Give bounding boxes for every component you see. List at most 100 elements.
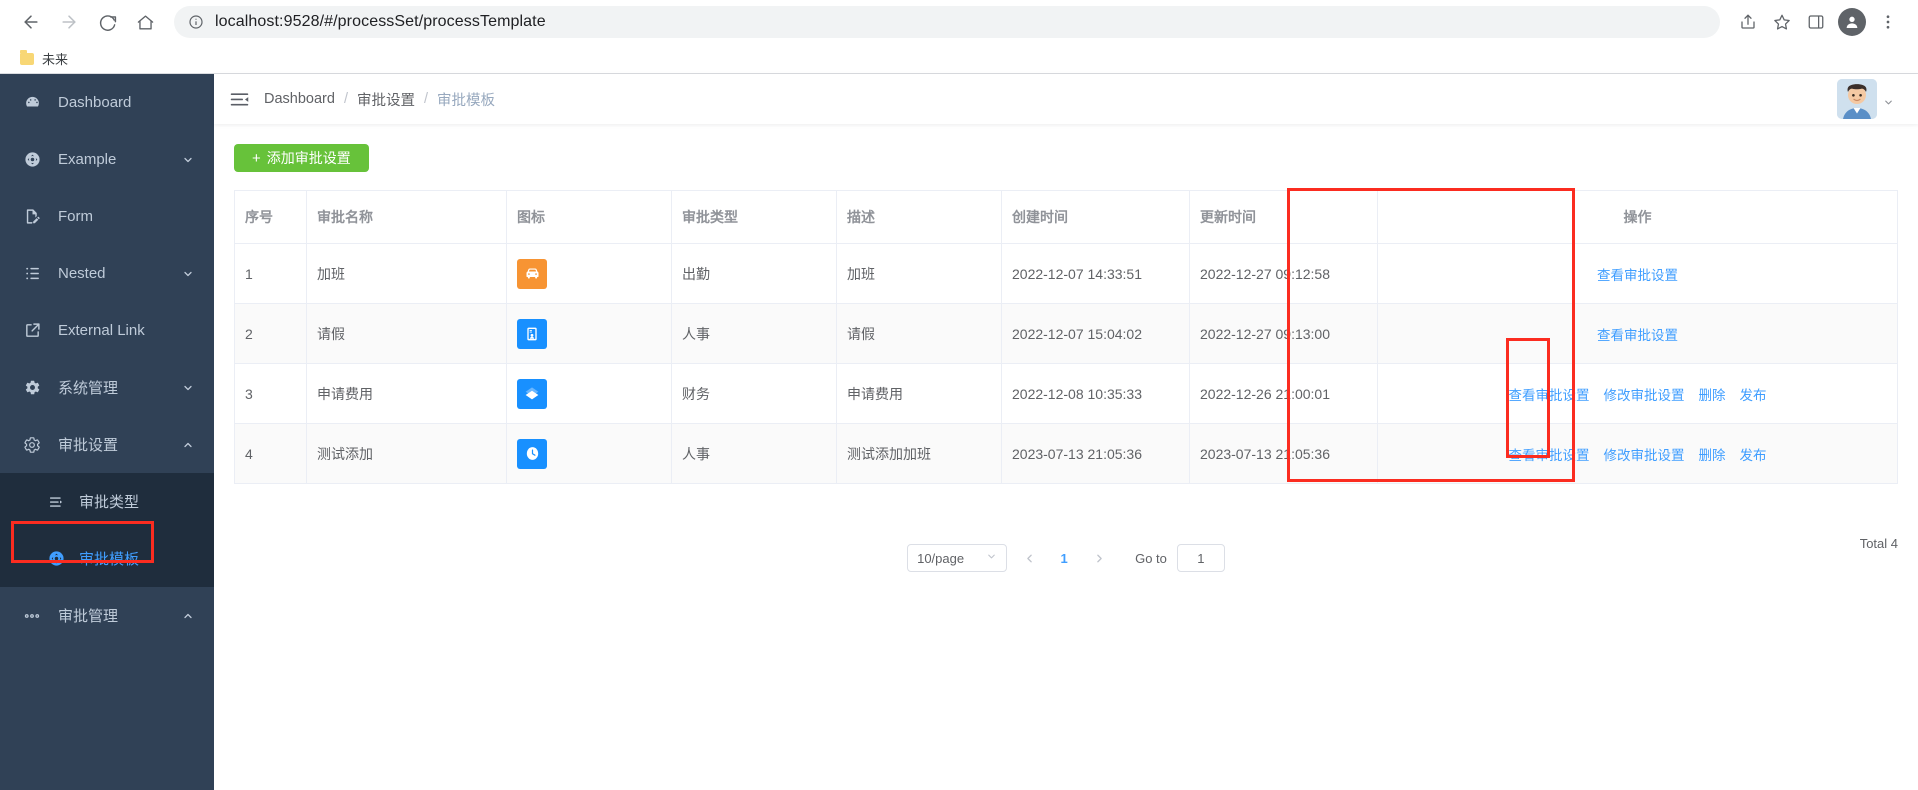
add-button-label: 添加审批设置 (266, 150, 351, 166)
cell-type: 出勤 (671, 243, 837, 304)
column-header-description: 描述 (836, 190, 1002, 244)
dots-icon (20, 607, 44, 625)
cell-update-time: 2022-12-27 09:12:58 (1189, 243, 1378, 304)
bookmark-label: 未来 (42, 52, 69, 67)
cell-description: 请假 (836, 303, 1002, 364)
column-header-index: 序号 (234, 190, 307, 244)
kebab-menu-icon[interactable] (1872, 6, 1904, 38)
sidebar-item-label: Dashboard (58, 94, 132, 111)
cell-icon (506, 243, 672, 304)
operation-links: 查看审批设置 (1388, 324, 1887, 344)
total-count-label: Total 4 (1859, 535, 1898, 551)
publish-link[interactable]: 发布 (1740, 384, 1767, 404)
next-page-button[interactable] (1087, 544, 1111, 572)
breadcrumb-separator: / (343, 91, 348, 107)
sidebar-item-system-management[interactable]: 系统管理 (0, 359, 214, 416)
view-approval-setting-link[interactable]: 查看审批设置 (1509, 444, 1590, 464)
sidebar-item-approval-management[interactable]: 审批管理 (0, 587, 214, 644)
chevron-down-icon (182, 268, 194, 280)
caret-down-icon[interactable] (1883, 97, 1894, 111)
main-area: Dashboard / 审批设置 / 审批模板 + 添加审批设置 序号 审批名称… (214, 74, 1918, 790)
back-arrow-icon[interactable] (14, 5, 48, 39)
url-text: localhost:9528/#/processSet/processTempl… (215, 13, 546, 30)
goto-label: Go to (1135, 550, 1167, 566)
approval-template-table: 序号 审批名称 图标 审批类型 描述 创建时间 更新时间 操作 1 加班 出勤 … (234, 190, 1898, 484)
cell-create-time: 2022-12-08 10:35:33 (1001, 363, 1190, 424)
cell-operations: 查看审批设置 (1377, 243, 1898, 304)
cell-icon (506, 303, 672, 364)
sidebar-item-label: Nested (58, 265, 106, 282)
sidebar-item-label: 审批设置 (58, 437, 119, 454)
prev-page-button[interactable] (1017, 544, 1041, 572)
view-approval-setting-link[interactable]: 查看审批设置 (1597, 324, 1678, 344)
reload-icon[interactable] (90, 5, 124, 39)
cell-operations: 查看审批设置 (1377, 303, 1898, 364)
cell-operations: 查看审批设置 修改审批设置 删除 发布 (1377, 423, 1898, 484)
forward-arrow-icon[interactable] (52, 5, 86, 39)
table-row: 2 请假 人事 请假 2022-12-07 15:04:02 2022-12-2… (234, 303, 1898, 364)
cell-type: 财务 (671, 363, 837, 424)
nested-list-icon (20, 265, 44, 282)
home-icon[interactable] (128, 5, 162, 39)
view-approval-setting-link[interactable]: 查看审批设置 (1509, 384, 1590, 404)
edit-approval-setting-link[interactable]: 修改审批设置 (1604, 444, 1685, 464)
hamburger-collapse-icon[interactable] (214, 74, 264, 124)
table-header-row: 序号 审批名称 图标 审批类型 描述 创建时间 更新时间 操作 (234, 190, 1898, 244)
cell-update-time: 2023-07-13 21:05:36 (1189, 423, 1378, 484)
sidebar-item-external-link[interactable]: External Link (0, 302, 214, 359)
add-approval-setting-button[interactable]: + 添加审批设置 (234, 144, 369, 172)
site-info-icon[interactable] (188, 14, 204, 30)
plus-icon: + (252, 149, 261, 167)
browser-toolbar: localhost:9528/#/processSet/processTempl… (0, 0, 1918, 44)
approval-template-table-wrapper: 序号 审批名称 图标 审批类型 描述 创建时间 更新时间 操作 1 加班 出勤 … (234, 188, 1898, 484)
pagination: 10/page 1 Go to Total 4 (234, 514, 1898, 572)
cell-name: 加班 (306, 243, 507, 304)
settings-gear-icon (20, 436, 44, 454)
chevron-up-icon (182, 610, 194, 622)
bookmark-star-icon[interactable] (1766, 6, 1798, 38)
avatar[interactable] (1837, 79, 1877, 119)
clock-icon (517, 438, 547, 469)
page-size-select[interactable]: 10/page (907, 544, 1008, 572)
chevron-down-icon (182, 382, 194, 394)
delete-link[interactable]: 删除 (1699, 384, 1726, 404)
address-bar[interactable]: localhost:9528/#/processSet/processTempl… (174, 6, 1720, 38)
sidebar-item-nested[interactable]: Nested (0, 245, 214, 302)
application-root: Dashboard Example Form Nested External L… (0, 74, 1918, 790)
cell-index: 4 (234, 423, 307, 484)
chevron-down-icon (986, 551, 997, 565)
breadcrumb-item-approval-settings[interactable]: 审批设置 (357, 89, 415, 110)
sidebar-item-approval-type[interactable]: 审批类型 (0, 473, 214, 530)
cell-index: 2 (234, 303, 307, 364)
browser-actions (1732, 6, 1904, 38)
sidebar-item-dashboard[interactable]: Dashboard (0, 74, 214, 131)
side-panel-icon[interactable] (1800, 6, 1832, 38)
goto-page-input[interactable] (1176, 544, 1225, 572)
publish-link[interactable]: 发布 (1740, 444, 1767, 464)
sidebar-item-example[interactable]: Example (0, 131, 214, 188)
share-icon[interactable] (1732, 6, 1764, 38)
cell-description: 加班 (836, 243, 1002, 304)
breadcrumb-item-approval-template: 审批模板 (437, 92, 495, 109)
sidebar-item-approval-template[interactable]: 审批模板 (0, 530, 214, 587)
cell-icon (506, 363, 672, 424)
page-number-1[interactable]: 1 (1051, 544, 1077, 572)
sidebar-item-label: Example (58, 151, 117, 168)
chevron-up-icon (182, 439, 194, 451)
cell-name: 测试添加 (306, 423, 507, 484)
table-head: 序号 审批名称 图标 审批类型 描述 创建时间 更新时间 操作 (234, 190, 1898, 244)
profile-icon[interactable] (1838, 8, 1866, 36)
chevron-down-icon (182, 154, 194, 166)
delete-link[interactable]: 删除 (1699, 444, 1726, 464)
sidebar-item-approval-settings[interactable]: 审批设置 (0, 416, 214, 473)
folder-icon (20, 49, 34, 65)
cell-index: 3 (234, 363, 307, 424)
edit-approval-setting-link[interactable]: 修改审批设置 (1604, 384, 1685, 404)
sidebar-item-form[interactable]: Form (0, 188, 214, 245)
view-approval-setting-link[interactable]: 查看审批设置 (1597, 264, 1678, 284)
bookmark-item[interactable]: 未来 (14, 46, 74, 71)
cell-create-time: 2023-07-13 21:05:36 (1001, 423, 1190, 484)
operation-links: 查看审批设置 修改审批设置 删除 发布 (1388, 384, 1887, 404)
breadcrumb-item-dashboard[interactable]: Dashboard (264, 91, 335, 107)
cell-description: 申请费用 (836, 363, 1002, 424)
